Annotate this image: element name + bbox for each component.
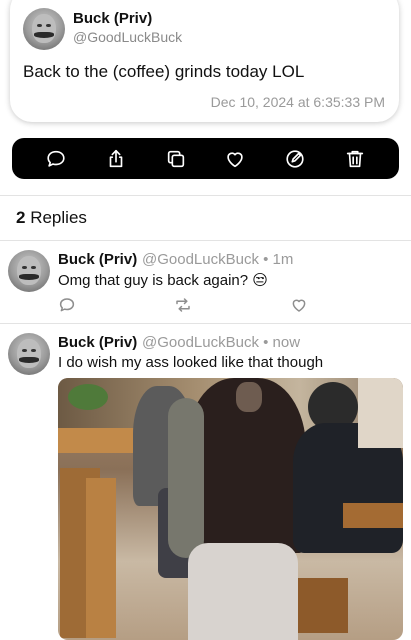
reply-author-name[interactable]: Buck (Priv) — [58, 334, 137, 351]
post-author-handle[interactable]: @GoodLuckBuck — [73, 29, 182, 45]
reply-photo[interactable] — [58, 378, 403, 640]
reply-meta: @GoodLuckBuck • now — [142, 334, 301, 351]
avatar[interactable] — [23, 8, 65, 50]
replies-count: 2 — [16, 208, 26, 227]
post-timestamp: Dec 10, 2024 at 6:35:33 PM — [210, 94, 385, 110]
like-icon[interactable] — [290, 296, 308, 314]
divider — [0, 323, 411, 324]
reply-meta: @GoodLuckBuck • 1m — [142, 251, 294, 268]
divider — [0, 195, 411, 196]
delete-icon[interactable] — [342, 146, 368, 172]
share-icon[interactable] — [103, 146, 129, 172]
edit-icon[interactable] — [282, 146, 308, 172]
divider — [0, 240, 411, 241]
post-text: Back to the (coffee) grinds today LOL — [23, 62, 305, 81]
replies-header: 2 Replies — [16, 208, 87, 228]
post-card: Buck (Priv) @GoodLuckBuck Back to the (c… — [10, 0, 399, 122]
reply-icon[interactable] — [43, 146, 69, 172]
reply-author-name[interactable]: Buck (Priv) — [58, 251, 137, 268]
avatar[interactable] — [8, 250, 50, 292]
repost-icon[interactable] — [174, 296, 192, 314]
like-icon[interactable] — [222, 146, 248, 172]
replies-label: Replies — [30, 208, 87, 227]
copy-icon[interactable] — [163, 146, 189, 172]
reply-text: Omg that guy is back again? 😒 — [58, 272, 268, 289]
reply-text: I do wish my ass looked like that though — [58, 354, 324, 371]
post-action-bar — [12, 138, 399, 179]
post-author-name[interactable]: Buck (Priv) — [73, 10, 152, 27]
reply-icon[interactable] — [58, 296, 76, 314]
avatar[interactable] — [8, 333, 50, 375]
